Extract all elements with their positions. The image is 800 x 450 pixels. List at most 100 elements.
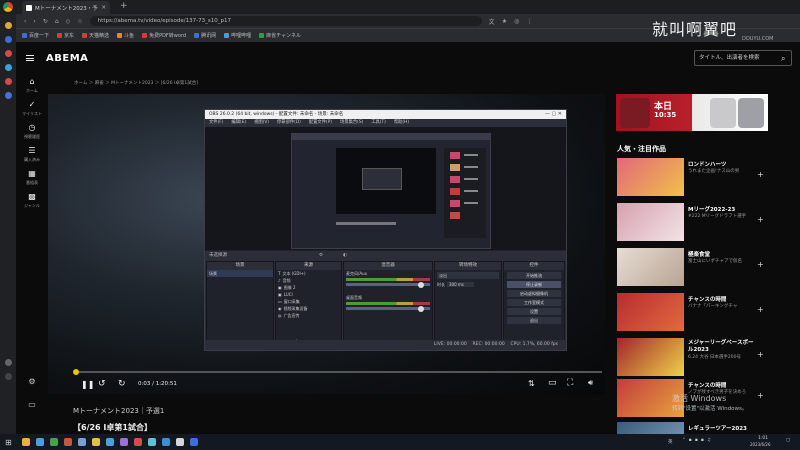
- share-icon[interactable]: ⇅: [528, 379, 535, 388]
- obs-menu-item[interactable]: 工具(T): [371, 119, 386, 127]
- rail-app-icon[interactable]: [4, 50, 12, 57]
- recommend-item[interactable]: 極楽食堂 富士山にいずチャアで仮名 +: [617, 248, 787, 286]
- rewind-10-icon[interactable]: ↺: [98, 379, 106, 389]
- source-item[interactable]: ♪ 音频: [276, 277, 341, 284]
- taskbar-app-icon[interactable]: [63, 438, 72, 446]
- taskbar-app-icon[interactable]: [133, 438, 142, 446]
- obs-window[interactable]: OBS 26.0.2 (64 bit, windows) - 配置文件: 未命名…: [205, 110, 566, 350]
- add-mylist-icon[interactable]: +: [757, 260, 764, 269]
- rail-app-icon[interactable]: [4, 22, 12, 29]
- taskbar-app-icon[interactable]: [175, 438, 184, 446]
- recommend-item[interactable]: メジャーリーグベースボール2023 6.24 大谷 日本選手200号 +: [617, 338, 787, 376]
- taskbar-app-icon[interactable]: [49, 438, 58, 446]
- stop-recording-button[interactable]: 停止录制: [507, 281, 561, 288]
- obs-menu-item[interactable]: 停靠部件(D): [277, 119, 301, 127]
- menu-dots-icon[interactable]: ⋮: [526, 18, 532, 25]
- start-streaming-button[interactable]: 开始推流: [507, 272, 561, 279]
- home-browser-icon[interactable]: ⌂: [55, 18, 59, 25]
- obs-window-buttons-icon[interactable]: — ▢ ✕: [545, 111, 562, 117]
- source-item[interactable]: ◉ 视频采集设备: [276, 305, 341, 312]
- add-mylist-icon[interactable]: +: [757, 215, 764, 224]
- nav-item-history[interactable]: ◷ 視聴履歴: [16, 120, 48, 143]
- properties-gear-icon[interactable]: ⚙: [319, 251, 323, 261]
- settings-button[interactable]: 设置: [507, 308, 561, 315]
- chrome-logo-icon[interactable]: [3, 2, 13, 12]
- notification-icon[interactable]: ▢: [786, 438, 790, 443]
- bookmark-item[interactable]: 天猫精选: [82, 32, 109, 39]
- reload-icon[interactable]: ↻: [43, 18, 48, 25]
- scene-item[interactable]: 场景: [207, 270, 273, 277]
- nav-item-schedule[interactable]: ▦ 番組表: [16, 166, 48, 189]
- search-icon[interactable]: ⌕: [781, 54, 785, 64]
- bookmark-item[interactable]: 京东: [57, 32, 74, 39]
- bookmark-item[interactable]: 百度一下: [22, 32, 49, 39]
- obs-menu-item[interactable]: 配置文件(P): [309, 119, 332, 127]
- start-icon[interactable]: ⊞: [5, 438, 12, 447]
- taskbar-app-icon[interactable]: [189, 438, 198, 446]
- rail-add-icon[interactable]: [4, 373, 12, 380]
- tab-close-icon[interactable]: ✕: [101, 5, 106, 11]
- exit-button[interactable]: 退出: [507, 317, 561, 324]
- recommend-item[interactable]: チャンスの時間 バナナ「パーキングチャ +: [617, 293, 787, 331]
- taskbar-app-icon[interactable]: [147, 438, 156, 446]
- volume-icon[interactable]: 🔊︎: [588, 378, 593, 388]
- ad-banner[interactable]: 本日 10:35: [616, 94, 768, 131]
- nav-device[interactable]: ▭: [16, 393, 48, 416]
- cast-icon[interactable]: ▭: [548, 378, 557, 388]
- obs-menu-item[interactable]: 编辑(E): [231, 119, 246, 127]
- source-item[interactable]: T 文本 (GDI+): [276, 270, 341, 277]
- nav-item-purchased[interactable]: ☰ 購入済み: [16, 143, 48, 166]
- forward-10-icon[interactable]: ↻: [118, 379, 126, 389]
- add-mylist-icon[interactable]: +: [757, 350, 764, 359]
- obs-menu-item[interactable]: 场景集合(S): [340, 119, 363, 127]
- taskbar-app-icon[interactable]: [161, 438, 170, 446]
- series-title[interactable]: Mトーナメント2023｜予選1: [73, 406, 164, 416]
- transition-select[interactable]: 淡出: [437, 272, 499, 279]
- fullscreen-icon[interactable]: ⛶: [567, 378, 573, 388]
- add-mylist-icon[interactable]: +: [757, 305, 764, 314]
- tray-icons[interactable]: ⌃▪▪▪♫: [682, 438, 714, 443]
- obs-menu-item[interactable]: 视图(V): [254, 119, 269, 127]
- rail-app-icon[interactable]: [4, 78, 12, 85]
- taskbar-app-icon[interactable]: [35, 438, 44, 446]
- breadcrumb[interactable]: ホーム ＞ 麻雀 ＞ Mトーナメント2023 ＞ [6/26 I卓第1試合]: [74, 80, 198, 86]
- clock-date[interactable]: 2023/6/26: [750, 442, 771, 447]
- bookmark-item[interactable]: 免费PDF转word: [142, 32, 186, 39]
- source-item[interactable]: ▭ 窗口采集: [276, 298, 341, 305]
- rail-app-icon[interactable]: [4, 92, 12, 99]
- virtual-camera-button[interactable]: 启动虚拟摄像机: [507, 290, 561, 297]
- extension-icon[interactable]: ◎: [514, 18, 519, 25]
- source-item[interactable]: ◍ 广告宣传: [276, 312, 341, 319]
- seek-bar[interactable]: [73, 369, 602, 375]
- source-item[interactable]: ▣ LUCI: [276, 291, 341, 298]
- studio-mode-button[interactable]: 工作室模式: [507, 299, 561, 306]
- obs-menu-item[interactable]: 文件(F): [209, 119, 223, 127]
- obs-preview[interactable]: [205, 127, 566, 250]
- new-tab-icon[interactable]: +: [120, 1, 128, 11]
- forward-icon[interactable]: ›: [33, 18, 35, 25]
- nav-item-mylist[interactable]: ✓ マイリスト: [16, 97, 48, 120]
- url-field[interactable]: https://abema.tv/video/episode/137-73_s1…: [89, 16, 482, 26]
- pause-icon[interactable]: ❚❚: [81, 380, 94, 389]
- hamburger-menu-icon[interactable]: [26, 55, 34, 61]
- bookmark-star-icon[interactable]: ★: [502, 18, 507, 25]
- recommend-item[interactable]: レギュラーツアー2023: [617, 422, 787, 434]
- nav-settings[interactable]: ⚙: [16, 370, 48, 393]
- rail-app-icon[interactable]: [4, 64, 12, 71]
- back-icon[interactable]: ‹: [24, 18, 26, 25]
- volume-slider[interactable]: [346, 281, 430, 288]
- add-mylist-icon[interactable]: +: [757, 170, 764, 179]
- taskbar-app-icon[interactable]: [77, 438, 86, 446]
- transition-duration[interactable]: 时长 300 ms: [435, 281, 501, 288]
- taskbar-app-icon[interactable]: [91, 438, 100, 446]
- clock-time[interactable]: 1:01: [758, 436, 768, 441]
- nav-item-home[interactable]: ⌂ ホーム: [16, 74, 48, 97]
- recommend-item[interactable]: Mリーグ2022-23 #222 Mリーグドラフト選手 +: [617, 203, 787, 241]
- nav-item-genre[interactable]: ▩ ジャンル: [16, 189, 48, 212]
- shield-icon[interactable]: ◇: [66, 18, 71, 25]
- search-input[interactable]: タイトル、出演者を検索: [694, 50, 792, 66]
- abema-logo[interactable]: ABEMA: [46, 53, 88, 64]
- volume-slider[interactable]: [346, 305, 430, 312]
- taskbar-app-icon[interactable]: [21, 438, 30, 446]
- ime-lang[interactable]: 英: [668, 439, 673, 445]
